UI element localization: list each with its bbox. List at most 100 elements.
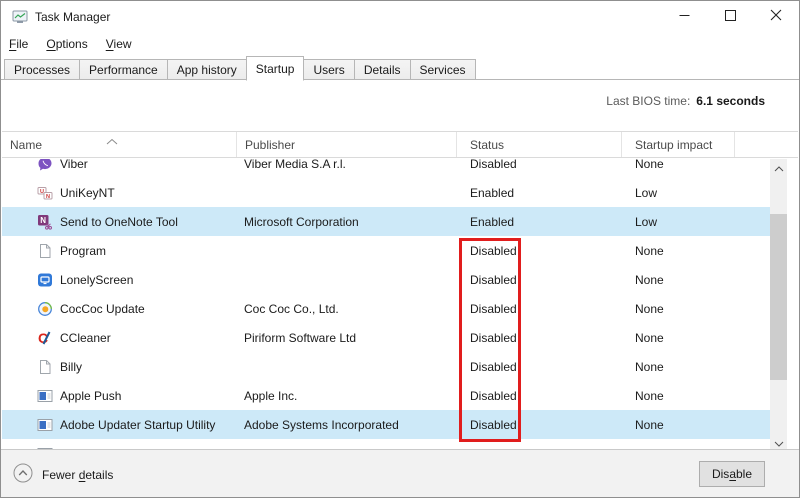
tab-performance[interactable]: Performance: [79, 59, 168, 80]
row-status: Enabled: [457, 215, 622, 229]
last-bios-time: Last BIOS time: 6.1 seconds: [606, 94, 765, 108]
row-clip: Viber Viber Media S.A r.l. Disabled None: [2, 159, 771, 178]
bios-label: Last BIOS time:: [606, 94, 690, 108]
column-header-publisher[interactable]: Publisher: [237, 132, 457, 157]
vertical-scrollbar[interactable]: [770, 159, 787, 451]
row-publisher: Coc Coc Co., Ltd.: [237, 302, 457, 316]
startup-items-list: Viber Viber Media S.A r.l. Disabled None…: [2, 159, 771, 451]
row-name: CocCoc Update: [60, 302, 145, 316]
task-manager-icon: [12, 9, 28, 25]
table-row[interactable]: Viber Viber Media S.A r.l. Disabled None: [2, 159, 771, 178]
row-status: Disabled: [457, 418, 622, 432]
sort-ascending-icon: [105, 134, 119, 148]
lonelyscreen-icon: [37, 272, 53, 288]
ccleaner-icon: C: [37, 330, 53, 346]
row-status: Disabled: [457, 159, 622, 171]
svg-text:U: U: [40, 188, 44, 194]
window-controls: [661, 1, 799, 31]
close-button[interactable]: [753, 1, 799, 31]
row-impact: None: [622, 244, 735, 258]
row-status: Disabled: [457, 244, 622, 258]
minimize-button[interactable]: [661, 1, 707, 31]
row-impact: None: [622, 159, 735, 171]
column-header-impact[interactable]: Startup impact: [622, 132, 735, 157]
column-header-filler: [735, 132, 798, 157]
row-name: LonelyScreen: [60, 273, 133, 287]
table-row[interactable]: Adobe Updater Startup Utility Adobe Syst…: [2, 410, 771, 439]
tab-services[interactable]: Services: [410, 59, 476, 80]
viber-icon: [37, 159, 53, 172]
table-row[interactable]: CCCleaner Piriform Software Ltd Disabled…: [2, 323, 771, 352]
window-title: Task Manager: [35, 10, 110, 24]
row-impact: None: [622, 302, 735, 316]
tab-startup[interactable]: Startup: [246, 56, 305, 81]
onenote-icon: N: [37, 214, 53, 230]
maximize-button[interactable]: [707, 1, 753, 31]
row-status: Disabled: [457, 273, 622, 287]
scrollbar-thumb[interactable]: [770, 214, 787, 380]
document-icon: [37, 359, 53, 375]
row-status: Enabled: [457, 186, 622, 200]
tab-details[interactable]: Details: [354, 59, 411, 80]
row-status: Disabled: [457, 360, 622, 374]
row-impact: None: [622, 389, 735, 403]
tab-users[interactable]: Users: [303, 59, 354, 80]
row-name: UniKeyNT: [60, 186, 115, 200]
row-impact: Low: [622, 215, 735, 229]
menu-file[interactable]: File: [4, 33, 33, 55]
table-row[interactable]: Program Disabled None: [2, 236, 771, 265]
row-name: CCleaner: [60, 331, 111, 345]
table-row[interactable]: CocCoc Update Coc Coc Co., Ltd. Disabled…: [2, 294, 771, 323]
table-row[interactable]: UN UniKeyNT Enabled Low: [2, 178, 771, 207]
row-name: Apple Push: [60, 389, 121, 403]
row-impact: None: [622, 360, 735, 374]
svg-text:N: N: [40, 216, 46, 225]
svg-text:N: N: [46, 193, 50, 199]
task-manager-window: Task Manager File Options View Processes…: [0, 0, 800, 498]
disable-button[interactable]: Disable: [699, 461, 765, 487]
coccoc-icon: [37, 301, 53, 317]
menu-options[interactable]: Options: [41, 33, 92, 55]
maximize-icon: [725, 9, 736, 24]
chevron-up-circle-icon: [13, 463, 33, 486]
row-impact: Low: [622, 186, 735, 200]
fewer-details-toggle[interactable]: Fewer details: [13, 463, 113, 486]
app-window-icon: [37, 417, 53, 433]
tab-strip: Processes Performance App history Startu…: [1, 55, 799, 80]
row-status: Disabled: [457, 331, 622, 345]
row-publisher: Apple Inc.: [237, 389, 457, 403]
minimize-icon: [679, 9, 690, 24]
title-bar: Task Manager: [1, 1, 799, 33]
row-name: Adobe Updater Startup Utility: [60, 418, 215, 432]
bios-value: 6.1 seconds: [696, 94, 765, 108]
table-row[interactable]: LonelyScreen Disabled None: [2, 265, 771, 294]
startup-tab-content: Last BIOS time: 6.1 seconds Name Publishe…: [2, 80, 798, 449]
row-name: Viber: [60, 159, 88, 171]
scroll-up-button[interactable]: [770, 159, 787, 176]
row-name: Billy: [60, 360, 82, 374]
row-status: Disabled: [457, 302, 622, 316]
menu-view[interactable]: View: [101, 33, 137, 55]
row-impact: None: [622, 418, 735, 432]
unikey-icon: UN: [37, 185, 53, 201]
footer-bar: Fewer details Disable: [1, 449, 799, 497]
table-row[interactable]: Billy Disabled None: [2, 352, 771, 381]
table-row[interactable]: Apple Push Apple Inc. Disabled None: [2, 381, 771, 410]
column-header-row: Name Publisher Status Startup impact: [2, 131, 798, 158]
app-window-icon: [37, 388, 53, 404]
fewer-details-label: Fewer details: [42, 468, 113, 482]
document-icon: [37, 243, 53, 259]
row-impact: None: [622, 331, 735, 345]
chevron-up-icon: [774, 160, 784, 175]
row-publisher: Viber Media S.A r.l.: [237, 159, 457, 171]
column-header-status[interactable]: Status: [457, 132, 622, 157]
row-impact: None: [622, 273, 735, 287]
row-name: Send to OneNote Tool: [60, 215, 178, 229]
tab-processes[interactable]: Processes: [4, 59, 80, 80]
column-header-name[interactable]: Name: [2, 132, 237, 157]
row-publisher: Microsoft Corporation: [237, 215, 457, 229]
table-row[interactable]: N Send to OneNote Tool Microsoft Corporat…: [2, 207, 771, 236]
close-icon: [770, 9, 782, 24]
tab-app-history[interactable]: App history: [167, 59, 247, 80]
row-status: Disabled: [457, 389, 622, 403]
